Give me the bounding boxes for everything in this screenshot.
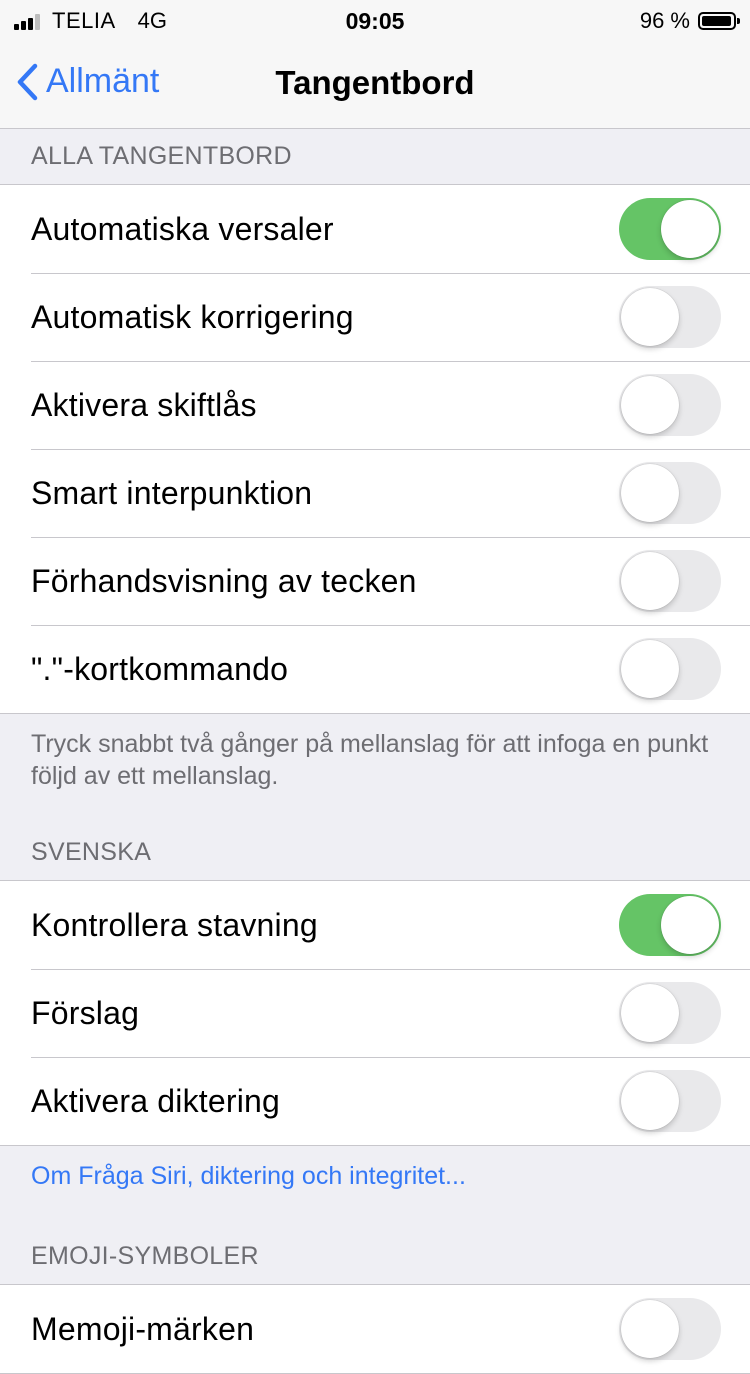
toggle-knob xyxy=(621,640,679,698)
battery-icon xyxy=(698,12,740,30)
section-header-emoji: EMOJI-SYMBOLER xyxy=(31,1242,259,1270)
toggle-knob xyxy=(621,1072,679,1130)
row-label: "."-kortkommando xyxy=(31,650,289,687)
row-label: Aktivera skiftlås xyxy=(31,386,257,423)
navigation-bar: Allmänt Tangentbord xyxy=(0,40,750,129)
check-spelling-toggle[interactable] xyxy=(619,894,721,956)
settings-row-character-preview: Förhandsvisning av tecken xyxy=(0,537,750,625)
status-time: 09:05 xyxy=(345,8,405,34)
row-label: Aktivera diktering xyxy=(31,1082,281,1119)
row-label: Förhandsvisning av tecken xyxy=(31,562,417,599)
toggle-knob xyxy=(621,464,679,522)
settings-row-auto-correction: Automatisk korrigering xyxy=(0,273,750,361)
row-label: Förslag xyxy=(31,994,140,1031)
toggle-knob xyxy=(621,288,679,346)
period-shortcut-toggle[interactable] xyxy=(619,638,721,700)
settings-group-all-keyboards: Automatiska versaler Automatisk korriger… xyxy=(0,184,750,714)
settings-group-swedish: Kontrollera stavning Förslag Aktivera di… xyxy=(0,880,750,1146)
toggle-knob xyxy=(621,376,679,434)
row-label: Smart interpunktion xyxy=(31,474,313,511)
row-label: Automatiska versaler xyxy=(31,210,334,247)
battery-fill xyxy=(702,16,731,26)
row-label: Automatisk korrigering xyxy=(31,298,354,335)
section-header-swedish: SVENSKA xyxy=(31,838,152,866)
settings-row-automatic-capitalization: Automatiska versaler xyxy=(0,185,750,273)
toggle-knob xyxy=(661,896,719,954)
settings-row-memoji-stickers: Memoji-märken xyxy=(0,1285,750,1373)
settings-row-caps-lock: Aktivera skiftlås xyxy=(0,361,750,449)
battery-percentage: 96 % xyxy=(639,8,690,33)
automatic-capitalization-toggle[interactable] xyxy=(619,198,721,260)
toggle-knob xyxy=(621,1300,679,1358)
toggle-knob xyxy=(661,200,719,258)
settings-row-enable-dictation: Aktivera diktering xyxy=(0,1057,750,1145)
smart-punctuation-toggle[interactable] xyxy=(619,462,721,524)
section-header-all-keyboards: ALLA TANGENTBORD xyxy=(31,142,292,170)
siri-dictation-privacy-link[interactable]: Om Fråga Siri, diktering och integritet.… xyxy=(31,1162,466,1191)
predictive-toggle[interactable] xyxy=(619,982,721,1044)
character-preview-toggle[interactable] xyxy=(619,550,721,612)
status-right: 96 % xyxy=(639,8,740,34)
caps-lock-toggle[interactable] xyxy=(619,374,721,436)
toggle-knob xyxy=(621,984,679,1042)
memoji-stickers-toggle[interactable] xyxy=(619,1298,721,1360)
page-title: Tangentbord xyxy=(275,64,475,101)
row-label: Kontrollera stavning xyxy=(31,906,318,943)
settings-group-emoji: Memoji-märken xyxy=(0,1284,750,1374)
enable-dictation-toggle[interactable] xyxy=(619,1070,721,1132)
status-bar: TELIA 4G 09:05 96 % xyxy=(0,0,750,40)
toggle-knob xyxy=(621,552,679,610)
auto-correction-toggle[interactable] xyxy=(619,286,721,348)
settings-row-check-spelling: Kontrollera stavning xyxy=(0,881,750,969)
settings-row-predictive: Förslag xyxy=(0,969,750,1057)
settings-row-period-shortcut: "."-kortkommando xyxy=(0,625,750,713)
settings-row-smart-punctuation: Smart interpunktion xyxy=(0,449,750,537)
row-label: Memoji-märken xyxy=(31,1310,255,1347)
section-footer-all-keyboards: Tryck snabbt två gånger på mellanslag fö… xyxy=(31,730,709,790)
